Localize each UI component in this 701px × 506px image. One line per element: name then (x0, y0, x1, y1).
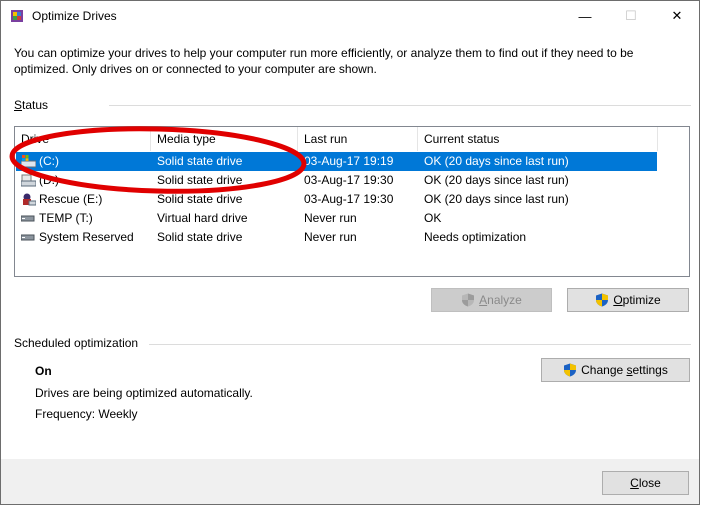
drive-name: (D:) (39, 173, 59, 187)
last-run: Never run (304, 211, 357, 225)
maximize-icon: ☐ (625, 8, 637, 23)
schedule-state: On (35, 364, 52, 378)
maximize-button[interactable]: ☐ (608, 1, 654, 31)
column-header-drive[interactable]: Drive (15, 127, 151, 151)
status-group-label: Status (14, 98, 49, 112)
optimize-label: Optimize (613, 293, 661, 307)
drive-row[interactable]: (D:) Solid state drive 03-Aug-17 19:30 O… (16, 171, 657, 190)
media-type: Solid state drive (157, 230, 243, 244)
last-run: 03-Aug-17 19:30 (304, 173, 394, 187)
analyze-button[interactable]: Analyze (431, 288, 552, 312)
drive-row[interactable]: TEMP (T:) Virtual hard drive Never run O… (16, 209, 657, 228)
current-status: OK (20 days since last run) (424, 192, 569, 206)
rescue-drive-icon (23, 193, 36, 206)
drive-name: System Reserved (39, 230, 134, 244)
current-status: OK (424, 211, 442, 225)
close-button[interactable]: Close (602, 471, 689, 495)
uac-shield-icon (462, 293, 475, 307)
title-bar[interactable]: Optimize Drives — ☐ ✕ (1, 1, 699, 31)
uac-shield-icon (564, 363, 577, 377)
analyze-label: Analyze (479, 293, 522, 307)
minimize-button[interactable]: — (562, 1, 608, 31)
scheduled-group-divider (149, 344, 691, 345)
drive-list[interactable]: Drive Media type Last run Current status… (14, 126, 690, 277)
virtual-drive-icon (21, 215, 35, 222)
column-header-current-status[interactable]: Current status (418, 127, 658, 151)
system-drive-icon (21, 155, 36, 168)
drive-name: (C:) (39, 154, 59, 168)
drive-icon (21, 174, 36, 187)
drive-row[interactable]: (C:) Solid state drive 03-Aug-17 19:19 O… (16, 152, 657, 171)
optimize-button[interactable]: Optimize (567, 288, 689, 312)
schedule-frequency: Frequency: Weekly (35, 407, 138, 421)
intro-text: You can optimize your drives to help you… (14, 46, 634, 76)
change-settings-button[interactable]: Change settings (541, 358, 690, 382)
column-header-last-run[interactable]: Last run (298, 127, 418, 151)
uac-shield-icon (596, 293, 609, 307)
current-status: Needs optimization (424, 230, 527, 244)
dialog-footer (1, 459, 699, 504)
scheduled-group-label: Scheduled optimization (14, 336, 139, 350)
close-label: Close (630, 476, 661, 490)
media-type: Solid state drive (157, 154, 243, 168)
drive-list-header: Drive Media type Last run Current status (15, 127, 689, 151)
media-type: Solid state drive (157, 173, 243, 187)
last-run: 03-Aug-17 19:19 (304, 154, 394, 168)
drive-name: Rescue (E:) (39, 192, 103, 206)
drive-name: TEMP (T:) (39, 211, 93, 225)
schedule-description: Drives are being optimized automatically… (35, 386, 253, 400)
media-type: Virtual hard drive (157, 211, 248, 225)
status-group-divider (109, 105, 691, 106)
current-status: OK (20 days since last run) (424, 173, 569, 187)
last-run: 03-Aug-17 19:30 (304, 192, 394, 206)
close-window-button[interactable]: ✕ (654, 1, 700, 31)
drive-row[interactable]: Rescue (E:) Solid state drive 03-Aug-17 … (16, 190, 657, 209)
drive-icon (21, 234, 35, 241)
current-status: OK (20 days since last run) (424, 154, 569, 168)
close-icon: ✕ (671, 8, 683, 23)
minimize-icon: — (578, 8, 592, 24)
change-settings-label: Change settings (581, 363, 668, 377)
drive-row[interactable]: System Reserved Solid state drive Never … (16, 228, 657, 247)
last-run: Never run (304, 230, 357, 244)
column-header-media-type[interactable]: Media type (151, 127, 298, 151)
window-title: Optimize Drives (32, 9, 117, 23)
defrag-app-icon (11, 10, 23, 22)
optimize-drives-window: Optimize Drives — ☐ ✕ You can optimize y… (0, 0, 700, 505)
media-type: Solid state drive (157, 192, 243, 206)
